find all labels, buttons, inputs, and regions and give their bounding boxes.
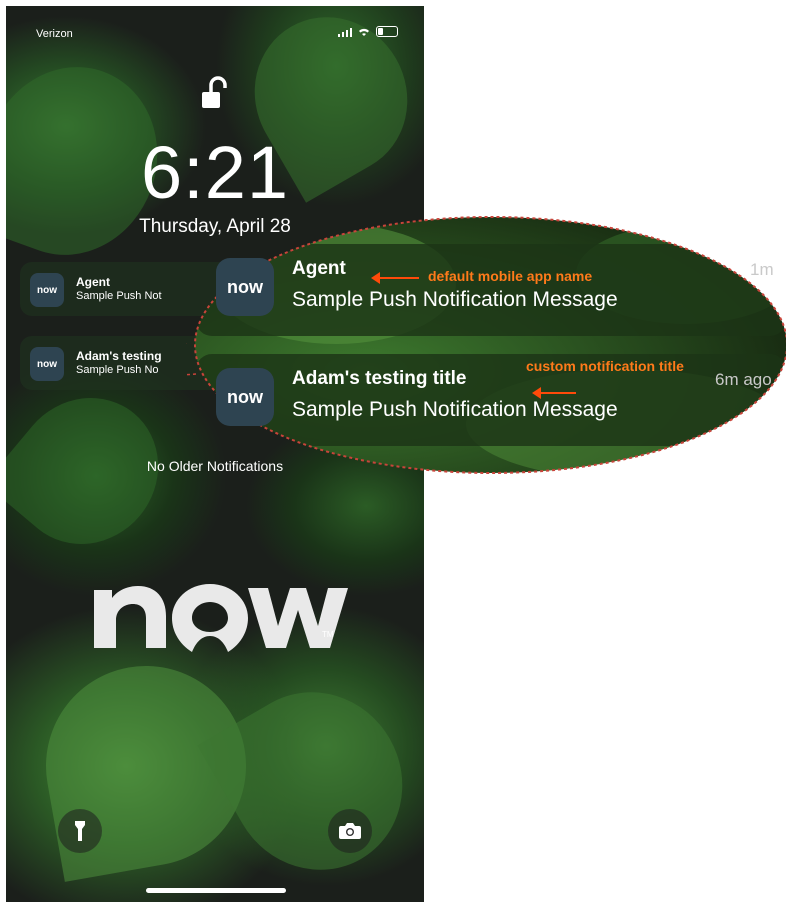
camera-button[interactable] (328, 809, 372, 853)
notification-message: Sample Push Notification Message (292, 398, 618, 421)
battery-icon (376, 26, 398, 37)
carrier-label: Verizon (36, 28, 73, 40)
leaf-decoration (197, 660, 424, 902)
notification-title: Adam's testing title (292, 368, 467, 389)
trademark-symbol: TM (322, 630, 334, 639)
annotation-custom-title: custom notification title (526, 358, 684, 374)
now-app-icon: now (216, 258, 274, 316)
signal-icon (338, 27, 352, 37)
now-app-icon: now (30, 347, 64, 381)
now-app-icon: now (216, 368, 274, 426)
notification-title: Agent (292, 258, 346, 279)
notification-message: Sample Push Notification Message (292, 288, 618, 311)
notification-title: Adam's testing (76, 349, 162, 363)
callout-notification-adam: now Adam's testing title Sample Push Not… (206, 354, 781, 444)
unlock-icon (202, 76, 227, 108)
annotation-default-name: default mobile app name (428, 268, 593, 284)
annotation-arrow (371, 272, 419, 284)
flashlight-icon (75, 821, 85, 841)
notification-age: 1m (750, 260, 774, 279)
notification-title: Agent (76, 275, 110, 289)
home-indicator[interactable] (146, 888, 286, 893)
notification-message: Sample Push No (76, 364, 159, 376)
flashlight-button[interactable] (58, 809, 102, 853)
zoom-callout: now Agent Sample Push Notification Messa… (186, 214, 786, 476)
camera-icon (339, 823, 361, 839)
notification-message: Sample Push Not (76, 290, 162, 302)
status-bar: Verizon (6, 6, 424, 46)
now-app-icon: now (30, 273, 64, 307)
annotation-arrow (532, 387, 576, 399)
callout-notification-agent: now Agent Sample Push Notification Messa… (206, 244, 781, 334)
lock-time: 6:21 (140, 131, 290, 214)
wifi-icon (359, 28, 369, 36)
notification-age: 6m ago (715, 370, 772, 389)
now-logo (94, 584, 348, 652)
